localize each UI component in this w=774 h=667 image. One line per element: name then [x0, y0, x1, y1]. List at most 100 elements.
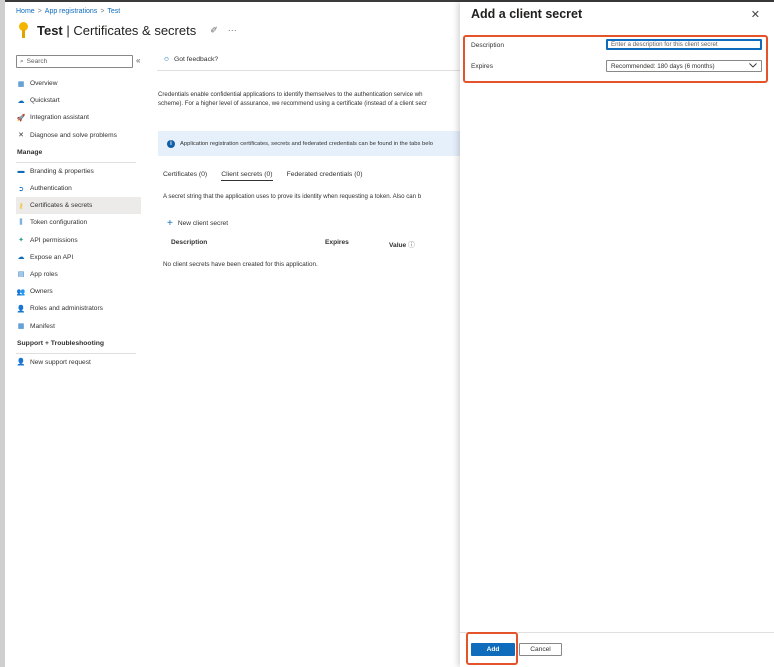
main-content: ☺ Got feedback? Credentials enable confi…: [157, 52, 462, 312]
cloud-icon: ☁: [17, 254, 25, 262]
manage-section-heading: Manage: [17, 149, 43, 157]
expires-select[interactable]: Recommended: 180 days (6 months): [606, 60, 762, 72]
column-header-value-label: Value: [389, 242, 407, 249]
feedback-label: Got feedback?: [173, 56, 219, 63]
app-name: Test: [37, 22, 63, 38]
branding-icon: ▬: [17, 167, 25, 175]
column-header-expires: Expires: [325, 239, 349, 246]
title-divider: |: [66, 22, 70, 38]
description-placeholder: Enter a description for this client secr…: [611, 41, 718, 48]
breadcrumb-separator: >: [37, 8, 42, 15]
sidebar-item-overview[interactable]: ▦ Overview: [16, 75, 141, 92]
api-permissions-icon: ✦: [18, 237, 24, 245]
quickstart-icon: ☁: [17, 97, 25, 105]
sidebar-item-expose-an-api[interactable]: ☁ Expose an API: [16, 249, 141, 266]
description-label: Description: [471, 42, 504, 49]
expires-label: Expires: [471, 63, 493, 70]
key-icon: [17, 21, 31, 39]
empty-state-message: No client secrets have been created for …: [163, 261, 318, 268]
breadcrumb-test[interactable]: Test: [107, 8, 120, 15]
sidebar-item-label: App roles: [30, 270, 58, 278]
feedback-button[interactable]: ☺ Got feedback?: [163, 56, 218, 63]
info-text: Application registration certificates, s…: [180, 140, 433, 147]
page-header: Test | Certificates & secrets ✐ ···: [17, 21, 237, 39]
sidebar-item-label: Certificates & secrets: [30, 202, 93, 210]
info-icon: i: [167, 139, 175, 148]
sidebar-item-diagnose-and-solve-problems[interactable]: ✕ Diagnose and solve problems: [16, 127, 141, 144]
key-icon: ⚷: [18, 202, 24, 210]
sidebar-item-label: Branding & properties: [30, 167, 94, 175]
client-secret-description: A secret string that the application use…: [163, 193, 422, 200]
token-icon: ⫼: [19, 218, 23, 226]
search-placeholder: Search: [26, 58, 48, 65]
rocket-icon: 🚀: [16, 114, 26, 122]
sidebar-item-app-roles[interactable]: ▤ App roles: [16, 266, 141, 283]
column-header-description: Description: [171, 239, 208, 246]
sidebar-item-label: Diagnose and solve problems: [30, 131, 117, 139]
sidebar-item-label: Roles and administrators: [30, 305, 103, 313]
description-input[interactable]: Enter a description for this client secr…: [606, 39, 762, 50]
app-roles-icon: ▤: [17, 271, 25, 279]
cancel-button[interactable]: Cancel: [519, 643, 562, 656]
breadcrumb-app-registrations[interactable]: App registrations: [45, 8, 98, 15]
sidebar-item-label: Token configuration: [30, 219, 88, 227]
description-line: Credentials enable confidential applicat…: [158, 91, 423, 98]
add-button[interactable]: Add: [471, 643, 515, 656]
panel-title: Add a client secret: [471, 7, 583, 21]
sidebar-item-branding-properties[interactable]: ▬ Branding & properties: [16, 163, 141, 180]
tab-client-secrets[interactable]: Client secrets (0): [221, 171, 273, 181]
support-section-heading: Support + Troubleshooting: [17, 340, 105, 348]
sidebar-item-manifest[interactable]: ▦ Manifest: [16, 317, 141, 334]
sidebar-item-certificates-secrets[interactable]: ⚷ Certificates & secrets: [16, 197, 141, 215]
info-circle-icon: ⓘ: [408, 242, 415, 249]
page-title: Test | Certificates & secrets: [37, 23, 196, 38]
tab-certificates[interactable]: Certificates (0): [163, 171, 207, 181]
sidebar-item-label: Expose an API: [30, 253, 74, 261]
info-banner: i Application registration certificates,…: [158, 131, 462, 156]
feedback-icon: ☺: [163, 56, 170, 63]
sidebar-item-owners[interactable]: 👥 Owners: [16, 283, 141, 300]
sidebar-item-api-permissions[interactable]: ✦ API permissions: [16, 232, 141, 249]
breadcrumb: Home > App registrations > Test: [16, 8, 120, 15]
sidebar-nav: ▦ Overview ☁ Quickstart 🚀 Integration assista…: [16, 75, 141, 371]
owners-icon: 👥: [16, 288, 26, 296]
add-client-secret-panel: Add a client secret ✕ Description Enter …: [460, 2, 774, 667]
sidebar-item-new-support-request[interactable]: 👤 New support request: [16, 354, 141, 371]
credential-tabs: Certificates (0) Client secrets (0) Fede…: [163, 171, 363, 181]
overview-icon: ▦: [17, 80, 25, 88]
description-line: scheme). For a higher level of assurance…: [158, 100, 427, 107]
sidebar-item-authentication[interactable]: ➲ Authentication: [16, 180, 141, 197]
section-title: Certificates & secrets: [73, 22, 197, 38]
sidebar-item-label: Quickstart: [30, 97, 60, 105]
credentials-description: Credentials enable confidential applicat…: [158, 90, 462, 108]
new-client-secret-button[interactable]: + New client secret: [167, 218, 228, 229]
sidebar-item-integration-assistant[interactable]: 🚀 Integration assistant: [16, 109, 141, 126]
sidebar-item-label: Authentication: [30, 185, 72, 193]
sidebar-item-label: Overview: [30, 80, 58, 88]
roles-icon: 👤: [16, 305, 26, 313]
new-client-secret-label: New client secret: [177, 220, 229, 227]
sidebar-item-token-configuration[interactable]: ⫼ Token configuration: [16, 214, 141, 231]
sidebar-item-label: Manifest: [30, 322, 55, 330]
plus-icon: +: [167, 218, 173, 229]
collapse-sidebar-icon[interactable]: «: [136, 56, 140, 65]
sidebar-item-quickstart[interactable]: ☁ Quickstart: [16, 92, 141, 109]
pin-icon[interactable]: ✐: [210, 25, 218, 36]
breadcrumb-separator: >: [100, 8, 105, 15]
sidebar-search-input[interactable]: ⌕ Search: [16, 55, 133, 68]
sidebar-item-roles-and-administrators[interactable]: 👤 Roles and administrators: [16, 300, 141, 317]
wrench-icon: ✕: [18, 132, 24, 140]
close-icon[interactable]: ✕: [751, 8, 760, 21]
toolbar-divider: [157, 70, 462, 71]
support-icon: 👤: [16, 359, 26, 367]
column-header-value: Value ⓘ: [389, 239, 415, 249]
tab-federated-credentials[interactable]: Federated credentials (0): [287, 171, 363, 181]
search-icon: ⌕: [20, 57, 24, 65]
manifest-icon: ▦: [17, 323, 25, 331]
authentication-icon: ➲: [18, 185, 24, 193]
breadcrumb-home[interactable]: Home: [16, 8, 35, 15]
expires-selected-value: Recommended: 180 days (6 months): [611, 62, 715, 70]
sidebar-item-label: Integration assistant: [30, 114, 90, 122]
chevron-down-icon: [749, 62, 757, 70]
more-options-icon[interactable]: ···: [228, 25, 237, 35]
